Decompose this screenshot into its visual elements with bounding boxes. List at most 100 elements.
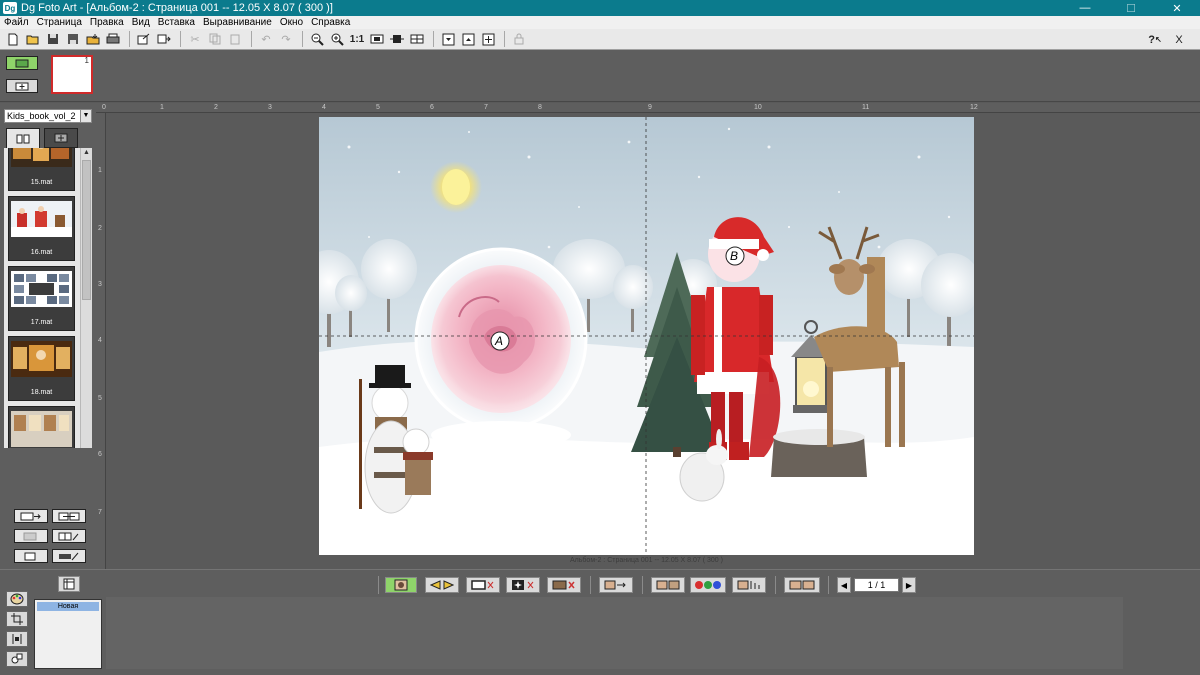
thumbnail-image — [11, 201, 72, 237]
zoom-in-icon[interactable] — [328, 31, 346, 48]
menu-page[interactable]: Страница — [37, 17, 82, 28]
album-panel: Kids_book_vol_2 ▼ 15.mat 16.mat 17.mat 1… — [0, 103, 96, 569]
print-icon[interactable] — [104, 31, 122, 48]
ruler-label: 6 — [98, 451, 102, 458]
page-down-icon[interactable] — [439, 31, 457, 48]
thumbnail-scrollbar[interactable]: ▲ — [80, 148, 92, 448]
list-item[interactable]: 15.mat — [8, 148, 75, 191]
styles-panel: Новая — [0, 591, 1200, 675]
styles-content-area[interactable] — [106, 597, 1123, 669]
layout-editor-button[interactable] — [58, 576, 80, 592]
import-icon[interactable] — [84, 31, 102, 48]
photo-adjust-button[interactable] — [732, 577, 766, 593]
copy-icon[interactable] — [206, 31, 224, 48]
palette-icon[interactable] — [6, 591, 28, 607]
menu-insert[interactable]: Вставка — [158, 17, 195, 28]
canvas-area[interactable]: A B Альбом-2 : Страница 001 -- 12.05 X 8… — [106, 113, 1200, 569]
thumbnail-image — [11, 341, 72, 377]
edit-layout-button[interactable] — [52, 529, 86, 543]
open-folder-icon[interactable] — [24, 31, 42, 48]
page-caption: Альбом-2 : Страница 001 -- 12.05 X 8.07 … — [570, 557, 723, 564]
align-icon[interactable] — [6, 631, 28, 647]
scroll-up-icon[interactable]: ▲ — [81, 148, 92, 158]
export-icon[interactable] — [135, 31, 153, 48]
menu-help[interactable]: Справка — [311, 17, 350, 28]
lock-icon[interactable] — [510, 31, 528, 48]
photo-tool-button[interactable] — [385, 577, 417, 593]
minimize-button[interactable]: — — [1062, 0, 1108, 16]
cut-icon[interactable]: ✂ — [186, 31, 204, 48]
color-correction-button[interactable] — [690, 577, 726, 593]
close-document-button[interactable]: X — [1168, 31, 1190, 48]
help-label: ? — [1148, 33, 1156, 46]
fit-width-icon[interactable] — [388, 31, 406, 48]
shapes-icon[interactable] — [6, 651, 28, 667]
flip-tool-button[interactable] — [425, 577, 459, 593]
page-thumbnail[interactable]: 1 — [51, 55, 93, 94]
new-layout-button[interactable] — [14, 549, 48, 563]
mask-tool-button[interactable] — [547, 577, 581, 593]
menu-window[interactable]: Окно — [280, 17, 303, 28]
delete-layout-button[interactable] — [14, 529, 48, 543]
send-icon[interactable] — [155, 31, 173, 48]
style-item-new[interactable]: Новая — [37, 602, 99, 611]
save-icon[interactable] — [44, 31, 62, 48]
toolbar-separator — [302, 31, 303, 47]
view-grid-icon[interactable] — [408, 31, 426, 48]
close-button[interactable]: ✕ — [1154, 0, 1200, 16]
crop-icon[interactable] — [6, 611, 28, 627]
menu-view[interactable]: Вид — [132, 17, 150, 28]
maximize-button[interactable]: ☐ — [1108, 0, 1154, 16]
page-center-icon[interactable] — [479, 31, 497, 48]
album-dropdown[interactable]: Kids_book_vol_2 ▼ — [4, 109, 92, 123]
replace-photo-button[interactable] — [599, 577, 633, 593]
ruler-label: 8 — [538, 104, 542, 111]
previous-page-button[interactable]: ◀ — [837, 577, 851, 593]
tab-backgrounds[interactable] — [44, 128, 78, 148]
frame-b-marker[interactable] — [725, 246, 745, 266]
zoom-actual-size-button[interactable]: 1:1 — [348, 31, 366, 48]
chevron-down-icon: ▼ — [80, 110, 91, 122]
menu-file[interactable]: Файл — [4, 17, 29, 28]
paste-icon[interactable] — [226, 31, 244, 48]
menu-align[interactable]: Выравнивание — [203, 17, 272, 28]
list-item[interactable] — [8, 406, 75, 448]
next-page-button[interactable]: ▶ — [902, 577, 916, 593]
ruler-label: 5 — [98, 395, 102, 402]
undo-icon[interactable]: ↶ — [257, 31, 275, 48]
help-button[interactable]: ? ↖ — [1144, 31, 1166, 48]
single-page-view-button[interactable] — [6, 56, 38, 70]
list-item[interactable]: 17.mat — [8, 266, 75, 331]
album-page[interactable]: A B — [319, 117, 974, 555]
save-as-icon[interactable] — [64, 31, 82, 48]
frame-a-marker[interactable] — [490, 331, 510, 351]
fit-page-icon[interactable] — [368, 31, 386, 48]
thumbnail-image — [11, 271, 72, 307]
list-item[interactable]: 18.mat — [8, 336, 75, 401]
new-document-icon[interactable] — [4, 31, 22, 48]
redo-icon[interactable]: ↷ — [277, 31, 295, 48]
menu-edit[interactable]: Правка — [90, 17, 124, 28]
page-strip: 1 — [0, 50, 1200, 102]
scrollbar-thumb[interactable] — [82, 160, 91, 300]
tab-page-layouts[interactable] — [6, 128, 40, 148]
ruler-label: 1 — [98, 167, 102, 174]
toolbar-separator — [180, 31, 181, 47]
insert-layout-button[interactable] — [14, 509, 48, 523]
style-list[interactable]: Новая — [34, 599, 102, 669]
save-layout-button[interactable] — [52, 549, 86, 563]
title-bar: Dg Dg Foto Art - [Альбом-2 : Страница 00… — [0, 0, 1200, 16]
app-icon: Dg — [3, 2, 17, 14]
list-item[interactable]: 16.mat — [8, 196, 75, 261]
frame-tool-button[interactable] — [466, 577, 500, 593]
add-page-button[interactable] — [6, 79, 38, 93]
page-up-icon[interactable] — [459, 31, 477, 48]
page-view-button[interactable] — [784, 577, 820, 593]
bottom-toolbar: ◀ 1 / 1 ▶ — [0, 569, 1200, 597]
zoom-out-icon[interactable] — [308, 31, 326, 48]
swap-photos-button[interactable] — [651, 577, 685, 593]
layout-thumbnail-list[interactable]: 15.mat 16.mat 17.mat 18.mat — [4, 148, 80, 448]
effects-tool-button[interactable] — [506, 577, 540, 593]
ruler-vertical: 1 2 3 4 5 6 7 — [96, 113, 106, 569]
replace-layout-button[interactable] — [52, 509, 86, 523]
